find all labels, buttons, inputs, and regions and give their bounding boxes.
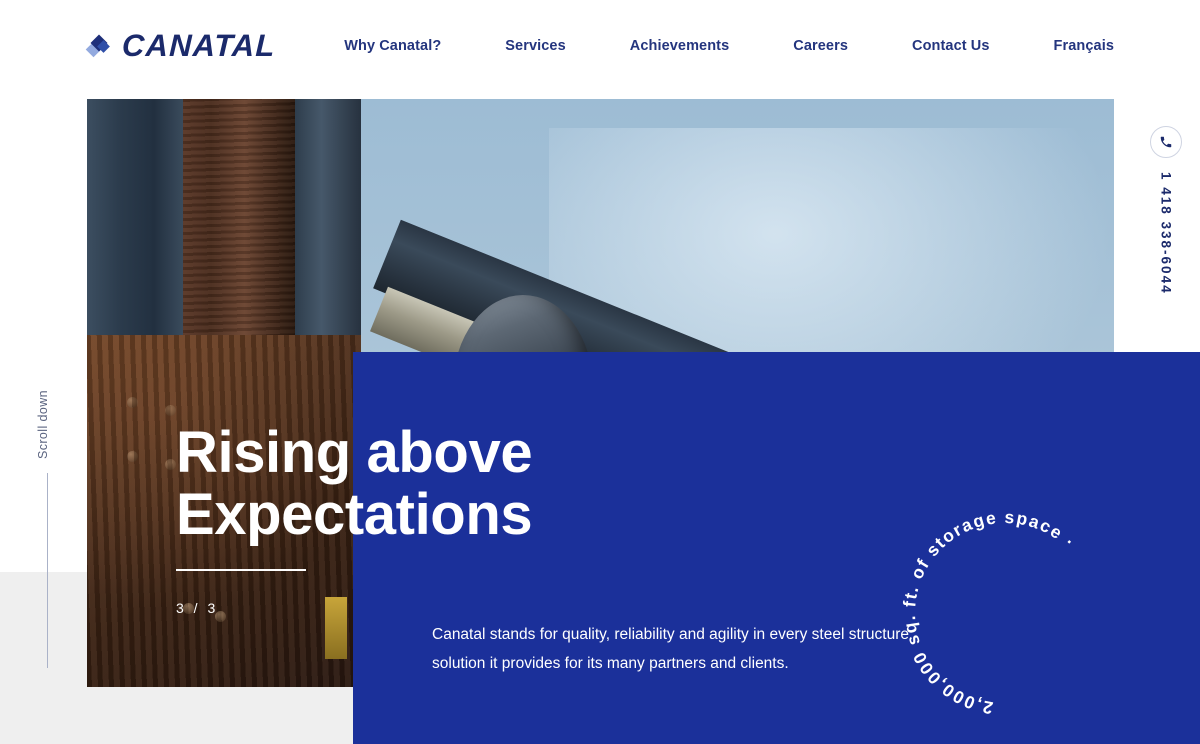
slide-counter: 3 / 3	[176, 600, 219, 616]
page-title: Rising above Expectations	[176, 422, 796, 546]
site-header: CANATAL Why Canatal? Services Achievemen…	[0, 0, 1200, 92]
logo-link[interactable]: CANATAL	[85, 28, 277, 64]
phone-number: 1 418 338-6044	[1158, 172, 1174, 295]
nav-why-canatal[interactable]: Why Canatal?	[344, 38, 441, 54]
scroll-down-label: Scroll down	[36, 390, 50, 460]
main-navigation: Why Canatal? Services Achievements Caree…	[344, 38, 1114, 54]
nav-careers[interactable]: Careers	[793, 38, 848, 54]
circular-stat-badge: 2,000,000 sq. ft. of storage space ·	[899, 507, 1103, 718]
headline-line-1: Rising above	[176, 420, 533, 485]
bolt-icon	[165, 459, 176, 470]
bolt-icon	[127, 451, 138, 462]
hero-paragraph: Canatal stands for quality, reliability …	[432, 626, 909, 672]
circular-stat-text: 2,000,000 sq. ft. of storage space ·	[899, 507, 1080, 718]
nav-contact-us[interactable]: Contact Us	[912, 38, 990, 54]
nav-services[interactable]: Services	[505, 38, 565, 54]
diamond-chevron-icon	[85, 33, 112, 59]
bolt-icon	[127, 397, 138, 408]
headline-line-2: Expectations	[176, 482, 533, 547]
yellow-equipment	[325, 597, 347, 659]
nav-francais[interactable]: Français	[1054, 38, 1114, 54]
logo-wordmark: CANATAL	[121, 28, 277, 63]
scroll-down-line	[46, 473, 48, 669]
phone-widget[interactable]: 1 418 338-6044	[1150, 126, 1182, 295]
scroll-down-indicator[interactable]: Scroll down	[36, 390, 50, 669]
headline-divider	[176, 569, 306, 571]
phone-icon[interactable]	[1150, 126, 1182, 158]
bolt-icon	[165, 405, 176, 416]
nav-achievements[interactable]: Achievements	[630, 38, 730, 54]
